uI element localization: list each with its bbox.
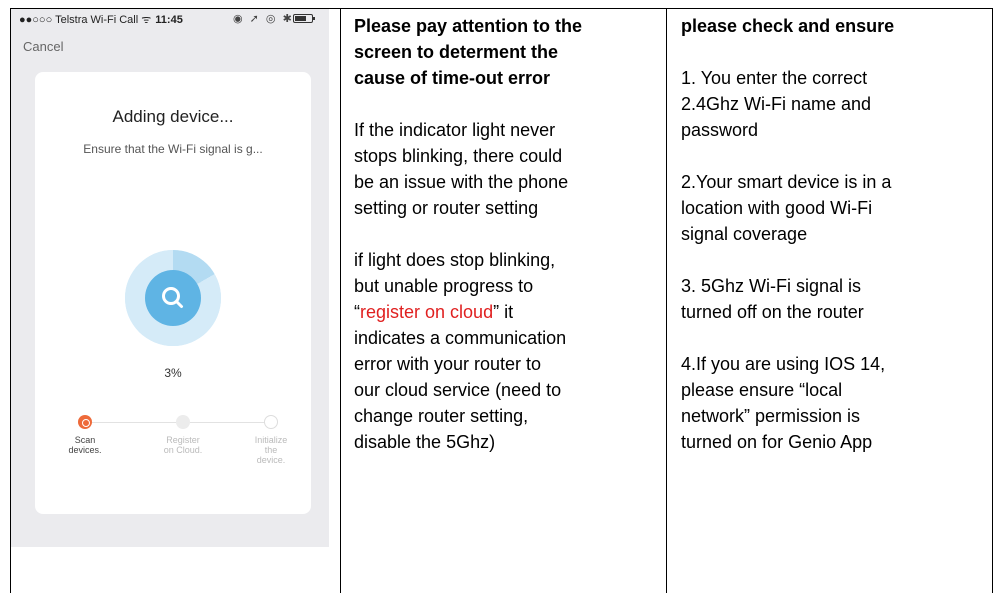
checklist-item-4: 4.If you are using IOS 14, please ensure… (681, 354, 886, 452)
search-icon (145, 270, 201, 326)
step-register-label: Register on Cloud. (163, 435, 203, 455)
register-on-cloud-highlight: register on cloud (360, 302, 494, 322)
step-initialize-label: Initialize the device. (254, 435, 288, 465)
adding-device-card: Adding device... Ensure that the Wi-Fi s… (35, 72, 311, 514)
column-divider-1 (340, 8, 341, 593)
blinking-never-stops-text: If the indicator light never stops blink… (354, 120, 569, 218)
checklist-item-3: 3. 5Ghz Wi-Fi signal is turned off on th… (681, 276, 864, 322)
wifi-signal-hint: Ensure that the Wi-Fi signal is g... (83, 142, 263, 156)
status-time: 11:45 (155, 14, 183, 26)
checklist-heading: please check and ensure (681, 16, 895, 36)
timeout-explanation-column: Please pay attention to the screen to de… (354, 13, 664, 455)
phone-screenshot: ●●○○○ Telstra Wi-Fi Call ᯤ 11:45 ◉ ➚ ◎ ✱ … (11, 9, 329, 547)
checklist-item-1: 1. You enter the correct 2.4Ghz Wi-Fi na… (681, 68, 872, 140)
blinking-stops-text: if light does stop blinking, but unable … (354, 250, 567, 452)
step-scan-icon (78, 415, 92, 429)
page-title: Adding device... (112, 107, 234, 126)
cancel-button[interactable]: Cancel (23, 39, 63, 54)
step-scan-label: Scan devices. (68, 435, 102, 455)
step-initialize-icon (264, 415, 278, 429)
progress-ring (125, 250, 221, 346)
timeout-heading: Please pay attention to the screen to de… (354, 16, 583, 88)
status-carrier: ●●○○○ Telstra Wi-Fi Call ᯤ 11:45 (19, 14, 183, 26)
table-border-right (992, 8, 993, 593)
column-divider-2 (666, 8, 667, 593)
status-icons: ◉ ➚ ◎ ✱ (233, 13, 294, 25)
status-bar: ●●○○○ Telstra Wi-Fi Call ᯤ 11:45 ◉ ➚ ◎ ✱ (11, 9, 329, 29)
step-register-icon (176, 415, 190, 429)
checklist-column: please check and ensure 1. You enter the… (681, 13, 981, 455)
battery-icon (293, 14, 315, 23)
progress-percent: 3% (164, 366, 182, 380)
checklist-item-2: 2.Your smart device is in a location wit… (681, 172, 892, 244)
